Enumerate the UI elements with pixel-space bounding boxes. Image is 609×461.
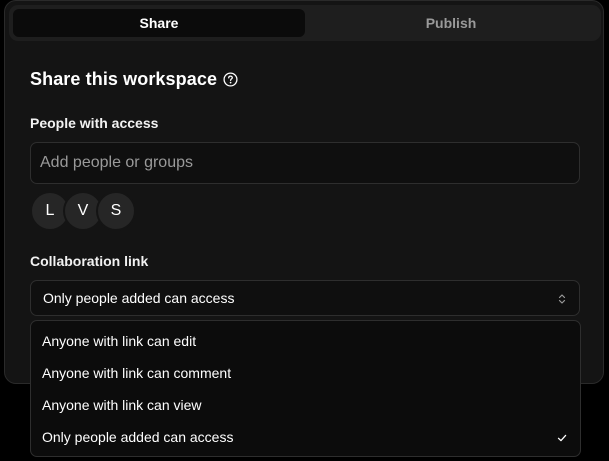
- menu-item-only-people-added[interactable]: Only people added can access: [31, 421, 580, 453]
- tab-share[interactable]: Share: [13, 9, 305, 37]
- add-people-input[interactable]: [30, 142, 580, 184]
- panel-title: Share this workspace: [30, 69, 218, 89]
- check-icon: [556, 431, 568, 443]
- menu-item-anyone-view[interactable]: Anyone with link can view: [31, 389, 580, 421]
- collaboration-link-dropdown: Anyone with link can edit Anyone with li…: [30, 320, 581, 457]
- menu-item-label: Anyone with link can view: [42, 397, 202, 413]
- menu-item-label: Anyone with link can comment: [42, 365, 232, 381]
- chevron-up-down-icon: [557, 292, 567, 304]
- collaboration-link-select[interactable]: Only people added can access: [30, 280, 580, 316]
- menu-item-label: Anyone with link can edit: [42, 333, 197, 349]
- question-circle-icon[interactable]: [223, 72, 238, 87]
- menu-item-anyone-comment[interactable]: Anyone with link can comment: [31, 357, 580, 389]
- tab-publish[interactable]: Publish: [305, 9, 597, 37]
- people-with-access-label: People with access: [30, 115, 159, 131]
- select-value: Only people added can access: [43, 290, 235, 306]
- collaboration-link-label: Collaboration link: [30, 253, 149, 269]
- menu-item-label: Only people added can access: [42, 429, 234, 445]
- title-row: Share this workspace: [30, 69, 238, 90]
- tab-bar: Share Publish: [9, 5, 601, 41]
- avatar[interactable]: S: [96, 191, 136, 231]
- menu-item-anyone-edit[interactable]: Anyone with link can edit: [31, 325, 580, 357]
